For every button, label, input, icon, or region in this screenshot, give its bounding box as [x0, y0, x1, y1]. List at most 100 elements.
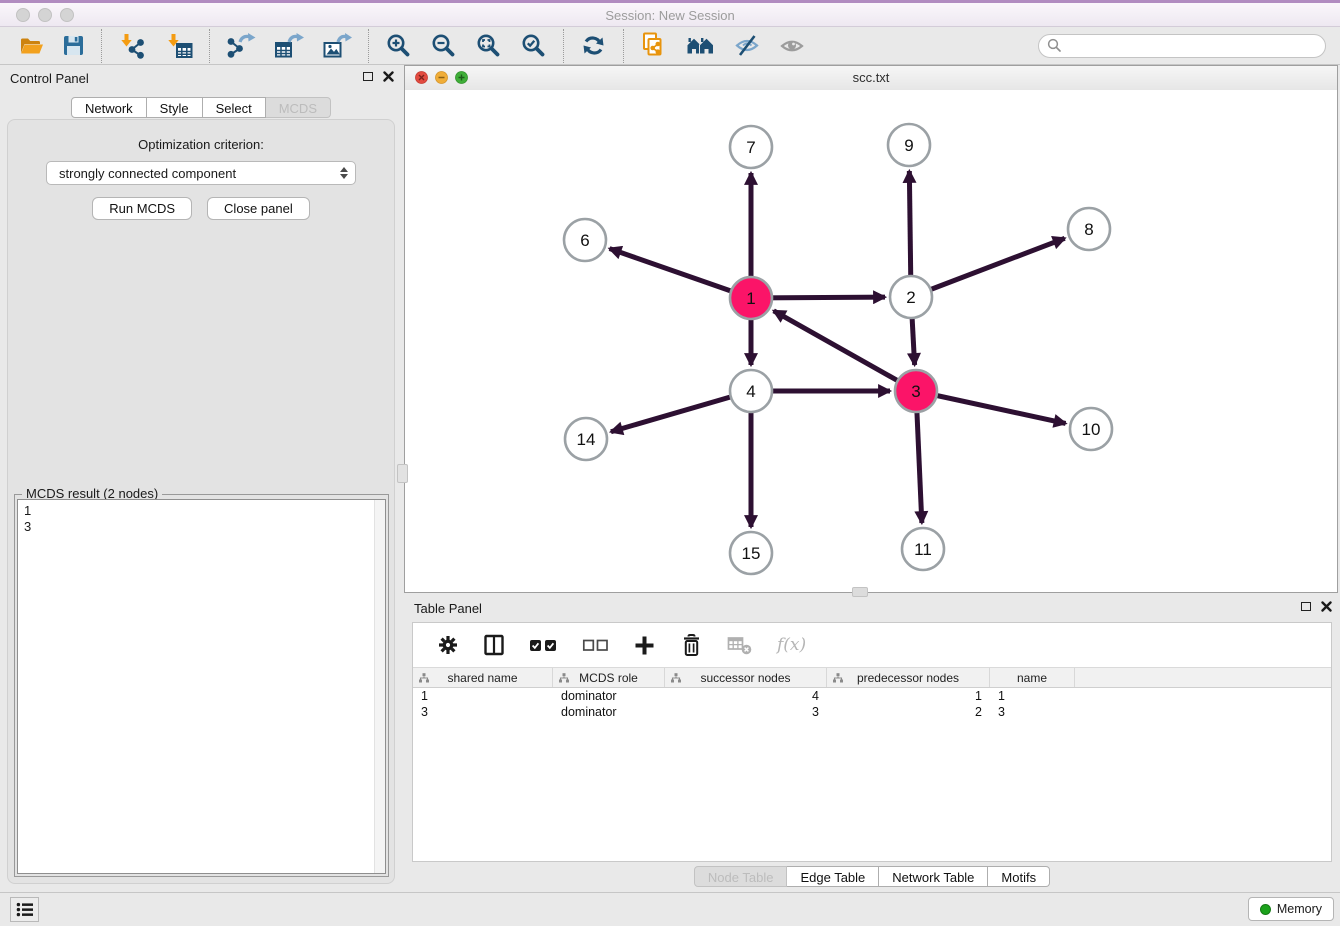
- close-panel-button[interactable]: Close panel: [207, 197, 310, 220]
- tab-motifs[interactable]: Motifs: [988, 866, 1050, 887]
- save-session-icon[interactable]: [53, 32, 94, 59]
- cell-predecessor-nodes[interactable]: 2: [827, 705, 990, 719]
- table-row[interactable]: 3dominator323: [413, 704, 1331, 720]
- node-2[interactable]: 2: [890, 276, 932, 318]
- cell-predecessor-nodes[interactable]: 1: [827, 689, 990, 703]
- float-panel-icon[interactable]: [363, 72, 373, 81]
- tab-edge-table[interactable]: Edge Table: [787, 866, 879, 887]
- svg-text:11: 11: [914, 540, 932, 559]
- import-table-icon[interactable]: [156, 31, 202, 61]
- list-icon: [15, 901, 35, 918]
- select-all-icon[interactable]: [517, 638, 570, 653]
- optimization-criterion-label: Optimization criterion:: [8, 137, 394, 152]
- network-view-window: scc.txt 7 9 6 8 1 2 4 3 14 10 15 11: [404, 65, 1338, 593]
- houses-icon[interactable]: [676, 32, 725, 59]
- cell-successor-nodes[interactable]: 3: [665, 705, 827, 719]
- export-table-icon[interactable]: [265, 31, 313, 61]
- open-session-icon[interactable]: [10, 32, 53, 59]
- edge-1-6[interactable]: [610, 249, 751, 298]
- cell-successor-nodes[interactable]: 4: [665, 689, 827, 703]
- vertical-splitter-handle[interactable]: [397, 464, 408, 483]
- zoom-selected-icon[interactable]: [511, 30, 556, 61]
- table-panel-title: Table Panel: [414, 601, 482, 616]
- task-list-button[interactable]: [10, 897, 39, 922]
- tab-network[interactable]: Network: [71, 97, 147, 118]
- table-panel-header: Table Panel: [404, 595, 1340, 621]
- table-toolbar: f(x): [413, 623, 1331, 667]
- node-9[interactable]: 9: [888, 124, 930, 166]
- node-7[interactable]: 7: [730, 126, 772, 168]
- tab-select[interactable]: Select: [203, 97, 266, 118]
- memory-label: Memory: [1277, 902, 1322, 916]
- search-field[interactable]: [1038, 34, 1326, 58]
- delete-row-trash-icon[interactable]: [668, 633, 715, 658]
- node-11[interactable]: 11: [902, 528, 944, 570]
- node-6[interactable]: 6: [564, 219, 606, 261]
- node-3-selected[interactable]: 3: [895, 370, 937, 412]
- cell-name[interactable]: 3: [990, 705, 1075, 719]
- close-panel-icon[interactable]: [383, 71, 394, 82]
- column-header-successor-nodes[interactable]: successor nodes: [665, 668, 827, 687]
- tab-mcds[interactable]: MCDS: [266, 97, 331, 118]
- node-8[interactable]: 8: [1068, 208, 1110, 250]
- cell-MCDS-role[interactable]: dominator: [553, 705, 665, 719]
- svg-text:1: 1: [746, 289, 755, 308]
- network-graph[interactable]: 7 9 6 8 1 2 4 3 14 10 15 11: [405, 90, 1337, 592]
- settings-gear-icon[interactable]: [425, 634, 471, 656]
- svg-text:9: 9: [904, 136, 913, 155]
- column-header-name[interactable]: name: [990, 668, 1075, 687]
- column-header-shared-name[interactable]: shared name: [413, 668, 553, 687]
- deselect-all-icon[interactable]: [570, 638, 621, 652]
- table-panel: Table Panel: [404, 595, 1340, 891]
- close-table-panel-icon[interactable]: [1321, 601, 1332, 612]
- zoom-out-icon[interactable]: [421, 30, 466, 61]
- import-network-icon[interactable]: [109, 31, 156, 61]
- cell-shared-name[interactable]: 1: [413, 689, 553, 703]
- delete-table-icon: [715, 635, 765, 656]
- cell-MCDS-role[interactable]: dominator: [553, 689, 665, 703]
- column-header-MCDS-role[interactable]: MCDS role: [553, 668, 665, 687]
- svg-text:7: 7: [746, 138, 755, 157]
- table-body: 1dominator4113dominator323: [413, 688, 1331, 720]
- node-1-selected[interactable]: 1: [730, 277, 772, 319]
- control-panel-title: Control Panel: [10, 71, 89, 86]
- edge-3-10[interactable]: [916, 391, 1066, 423]
- tab-node-table[interactable]: Node Table: [694, 866, 788, 887]
- result-scrollbar[interactable]: [374, 500, 385, 873]
- network-canvas[interactable]: 7 9 6 8 1 2 4 3 14 10 15 11: [405, 90, 1337, 592]
- float-table-panel-icon[interactable]: [1301, 602, 1311, 611]
- run-mcds-button[interactable]: Run MCDS: [92, 197, 192, 220]
- node-10[interactable]: 10: [1070, 408, 1112, 450]
- toolbar-separator: [623, 29, 624, 63]
- optimization-criterion-select[interactable]: strongly connected component: [46, 161, 356, 185]
- node-4[interactable]: 4: [730, 370, 772, 412]
- cell-name[interactable]: 1: [990, 689, 1075, 703]
- cell-shared-name[interactable]: 3: [413, 705, 553, 719]
- column-header-predecessor-nodes[interactable]: predecessor nodes: [827, 668, 990, 687]
- network-title: scc.txt: [405, 70, 1337, 85]
- zoom-fit-icon[interactable]: [466, 30, 511, 61]
- node-15[interactable]: 15: [730, 532, 772, 574]
- mcds-result-list[interactable]: 1 3: [17, 499, 386, 874]
- status-bar: Memory: [0, 892, 1340, 926]
- export-image-icon[interactable]: [313, 31, 361, 61]
- table-row[interactable]: 1dominator411: [413, 688, 1331, 704]
- network-window-titlebar[interactable]: scc.txt: [405, 66, 1337, 91]
- clone-network-icon[interactable]: [631, 30, 676, 62]
- edge-2-8[interactable]: [911, 238, 1065, 297]
- split-panel-icon[interactable]: [471, 634, 517, 656]
- memory-button[interactable]: Memory: [1248, 897, 1334, 921]
- tab-network-table[interactable]: Network Table: [879, 866, 988, 887]
- eye-slash-icon[interactable]: [725, 31, 770, 60]
- add-row-icon[interactable]: [621, 634, 668, 657]
- svg-text:15: 15: [742, 544, 761, 563]
- window-title: Session: New Session: [0, 8, 1340, 23]
- export-network-icon[interactable]: [217, 31, 265, 61]
- tab-style[interactable]: Style: [147, 97, 203, 118]
- zoom-in-icon[interactable]: [376, 30, 421, 61]
- refresh-icon[interactable]: [571, 31, 616, 60]
- search-input[interactable]: [1067, 37, 1317, 54]
- node-14[interactable]: 14: [565, 418, 607, 460]
- window-titlebar: Session: New Session: [0, 0, 1340, 27]
- edge-3-1[interactable]: [774, 311, 916, 391]
